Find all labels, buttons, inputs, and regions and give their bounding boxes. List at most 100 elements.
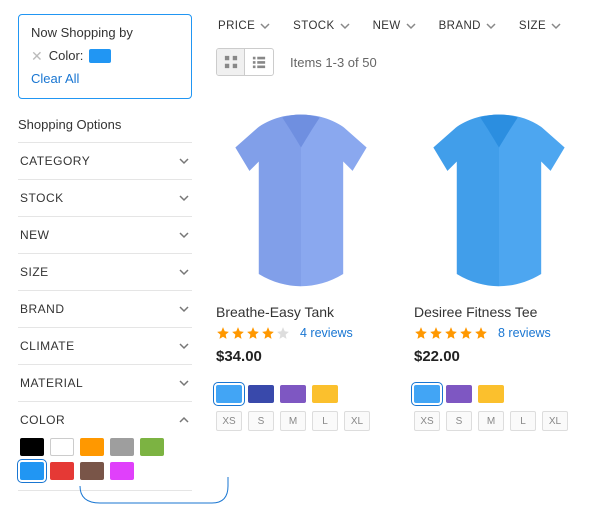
star-icon bbox=[444, 326, 458, 340]
size-swatch[interactable]: S bbox=[446, 411, 472, 431]
chevron-down-icon bbox=[485, 20, 497, 32]
chevron-down-icon bbox=[178, 266, 190, 278]
color-swatch[interactable] bbox=[20, 462, 44, 480]
remove-filter-icon[interactable]: ✕ bbox=[31, 49, 43, 63]
facet-climate[interactable]: CLIMATE bbox=[18, 328, 192, 364]
color-swatch[interactable] bbox=[80, 462, 104, 480]
list-mode-button[interactable] bbox=[245, 49, 273, 75]
reviews-link[interactable]: 4 reviews bbox=[300, 326, 353, 340]
size-swatch[interactable]: XS bbox=[216, 411, 242, 431]
star-icon bbox=[414, 326, 428, 340]
shopping-options-heading: Shopping Options bbox=[18, 117, 192, 132]
top-filter-new[interactable]: NEW bbox=[373, 20, 417, 32]
facet-material[interactable]: MATERIAL bbox=[18, 365, 192, 401]
facet-new[interactable]: NEW bbox=[18, 217, 192, 253]
top-filter-label: BRAND bbox=[439, 20, 481, 32]
view-mode-toggle bbox=[216, 48, 274, 76]
chevron-down-icon bbox=[259, 20, 271, 32]
items-count: Items 1-3 of 50 bbox=[290, 55, 377, 70]
star-icon bbox=[459, 326, 473, 340]
product-title[interactable]: Desiree Fitness Tee bbox=[414, 304, 584, 320]
product-color-swatch[interactable] bbox=[312, 385, 338, 403]
color-swatch[interactable] bbox=[140, 438, 164, 456]
size-swatch[interactable]: XL bbox=[344, 411, 370, 431]
color-swatch[interactable] bbox=[50, 438, 74, 456]
chevron-down-icon bbox=[178, 192, 190, 204]
product-image bbox=[226, 109, 376, 289]
product-image-wrap[interactable] bbox=[216, 104, 386, 294]
now-shopping-title: Now Shopping by bbox=[31, 25, 179, 40]
facet-category[interactable]: CATEGORY bbox=[18, 143, 192, 179]
product-title[interactable]: Breathe-Easy Tank bbox=[216, 304, 386, 320]
product-color-swatch[interactable] bbox=[248, 385, 274, 403]
facet-label: CATEGORY bbox=[20, 154, 90, 168]
product-color-swatch[interactable] bbox=[446, 385, 472, 403]
reviews-link[interactable]: 8 reviews bbox=[498, 326, 551, 340]
color-swatch[interactable] bbox=[20, 438, 44, 456]
top-filter-label: SIZE bbox=[519, 20, 546, 32]
chevron-down-icon bbox=[178, 303, 190, 315]
facet-label: NEW bbox=[20, 228, 50, 242]
star-icon bbox=[216, 326, 230, 340]
top-filter-size[interactable]: SIZE bbox=[519, 20, 562, 32]
size-swatch[interactable]: L bbox=[312, 411, 338, 431]
top-filter-stock[interactable]: STOCK bbox=[293, 20, 350, 32]
active-filter-swatch bbox=[89, 49, 111, 63]
chevron-down-icon bbox=[178, 340, 190, 352]
facet-label: CLIMATE bbox=[20, 339, 75, 353]
star-icon bbox=[474, 326, 488, 340]
product-image-wrap[interactable] bbox=[414, 104, 584, 294]
price: $34.00 bbox=[216, 348, 386, 365]
product-card: Desiree Fitness Tee8 reviews$22.00XSSMLX… bbox=[414, 104, 584, 431]
size-swatch[interactable]: XL bbox=[542, 411, 568, 431]
product-card: Breathe-Easy Tank 4 reviews $34.00 XS SML XL bbox=[216, 104, 386, 431]
color-swatch[interactable] bbox=[80, 438, 104, 456]
facet-label: COLOR bbox=[20, 413, 65, 427]
color-swatch[interactable] bbox=[50, 462, 74, 480]
top-filter-label: PRICE bbox=[218, 20, 255, 32]
color-swatch[interactable] bbox=[110, 438, 134, 456]
color-swatch[interactable] bbox=[110, 462, 134, 480]
star-icon bbox=[429, 326, 443, 340]
star-icon bbox=[246, 326, 260, 340]
chevron-down-icon bbox=[178, 377, 190, 389]
chevron-down-icon bbox=[339, 20, 351, 32]
grid-mode-button[interactable] bbox=[217, 49, 245, 75]
product-color-swatch[interactable] bbox=[216, 385, 242, 403]
active-filter-label: Color: bbox=[49, 48, 84, 63]
facet-size[interactable]: SIZE bbox=[18, 254, 192, 290]
product-color-swatch[interactable] bbox=[280, 385, 306, 403]
facet-label: MATERIAL bbox=[20, 376, 83, 390]
rating-stars bbox=[414, 326, 488, 340]
facet-label: SIZE bbox=[20, 265, 49, 279]
size-swatch[interactable]: XS bbox=[414, 411, 440, 431]
now-shopping-by-panel: Now Shopping by ✕ Color: Clear All bbox=[18, 14, 192, 99]
chevron-up-icon bbox=[178, 414, 190, 426]
facet-label: BRAND bbox=[20, 302, 65, 316]
chevron-down-icon bbox=[405, 20, 417, 32]
product-color-swatch[interactable] bbox=[478, 385, 504, 403]
size-swatch[interactable]: M bbox=[280, 411, 306, 431]
chevron-down-icon bbox=[550, 20, 562, 32]
top-filter-brand[interactable]: BRAND bbox=[439, 20, 497, 32]
size-swatch[interactable]: S bbox=[248, 411, 274, 431]
product-image bbox=[424, 109, 574, 289]
rating-stars bbox=[216, 326, 290, 340]
list-icon bbox=[252, 55, 266, 69]
star-icon bbox=[276, 326, 290, 340]
top-filter-label: STOCK bbox=[293, 20, 334, 32]
top-filter-label: NEW bbox=[373, 20, 401, 32]
facet-label: STOCK bbox=[20, 191, 64, 205]
grid-icon bbox=[224, 55, 238, 69]
size-swatch[interactable]: M bbox=[478, 411, 504, 431]
clear-all-link[interactable]: Clear All bbox=[31, 71, 179, 86]
size-swatch[interactable]: L bbox=[510, 411, 536, 431]
star-icon bbox=[231, 326, 245, 340]
star-icon bbox=[261, 326, 275, 340]
top-filter-price[interactable]: PRICE bbox=[218, 20, 271, 32]
facet-brand[interactable]: BRAND bbox=[18, 291, 192, 327]
facet-color[interactable]: COLOR bbox=[18, 402, 192, 438]
facet-stock[interactable]: STOCK bbox=[18, 180, 192, 216]
chevron-down-icon bbox=[178, 155, 190, 167]
product-color-swatch[interactable] bbox=[414, 385, 440, 403]
